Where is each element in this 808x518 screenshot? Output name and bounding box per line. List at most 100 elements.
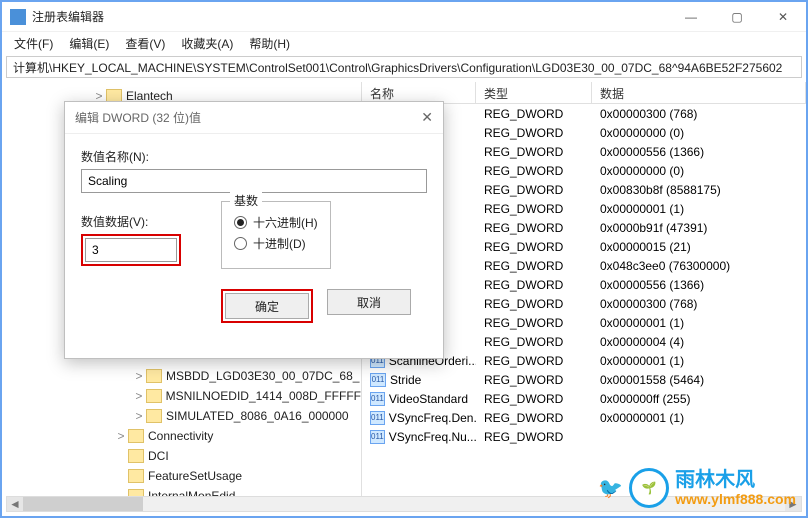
dialog-close-button[interactable]: ✕	[421, 109, 433, 126]
maximize-button[interactable]: ▢	[714, 2, 760, 32]
base-legend: 基数	[230, 192, 262, 209]
value-data: 0x00000000 (0)	[592, 164, 806, 178]
value-type: REG_DWORD	[476, 145, 592, 159]
highlight-box: 确定	[221, 289, 313, 323]
window-controls: — ▢ ✕	[668, 2, 806, 32]
value-data: 0x00000001 (1)	[592, 316, 806, 330]
value-type: REG_DWORD	[476, 126, 592, 140]
tree-item-label: DCI	[148, 449, 169, 463]
tree-item[interactable]: FeatureSetUsage	[2, 466, 361, 486]
value-data: 0x00000001 (1)	[592, 354, 806, 368]
value-data: 0x00000556 (1366)	[592, 278, 806, 292]
menu-help[interactable]: 帮助(H)	[241, 33, 298, 54]
radio-icon	[234, 237, 247, 250]
folder-icon	[146, 389, 162, 403]
col-header-name[interactable]: 名称	[362, 82, 476, 103]
value-data: 0x00000001 (1)	[592, 202, 806, 216]
value-type: REG_DWORD	[476, 259, 592, 273]
radio-icon	[234, 216, 247, 229]
list-row[interactable]: 011 VSyncFreq.Nu...REG_DWORD	[362, 427, 806, 446]
tree-item[interactable]: > SIMULATED_8086_0A16_000000	[2, 406, 361, 426]
menu-edit[interactable]: 编辑(E)	[61, 33, 117, 54]
tree-item[interactable]: > MSBDD_LGD03E30_00_07DC_68_	[2, 366, 361, 386]
value-type: REG_DWORD	[476, 202, 592, 216]
value-data-label: 数值数据(V):	[81, 213, 181, 230]
menu-file[interactable]: 文件(F)	[6, 33, 61, 54]
value-data: 0x00000001 (1)	[592, 411, 806, 425]
base-fieldset: 基数 十六进制(H) 十进制(D)	[221, 201, 331, 269]
value-data: 0x0000b91f (47391)	[592, 221, 806, 235]
close-button[interactable]: ✕	[760, 2, 806, 32]
tree-item-label: SIMULATED_8086_0A16_000000	[166, 409, 349, 423]
minimize-button[interactable]: —	[668, 2, 714, 32]
dialog-title: 编辑 DWORD (32 位)值	[75, 109, 201, 126]
value-type: REG_DWORD	[476, 107, 592, 121]
radio-label: 十六进制(H)	[253, 214, 318, 231]
list-row[interactable]: 011 Stride REG_DWORD0x00001558 (5464)	[362, 370, 806, 389]
dword-icon: 011	[370, 411, 385, 425]
dword-icon: 011	[370, 430, 385, 444]
expand-icon[interactable]: >	[114, 429, 128, 443]
dialog-body: 数值名称(N): 数值数据(V): 基数 十六进制(H) 十进制(D)	[65, 134, 443, 333]
list-row[interactable]: 011VSyncFreq.Den...REG_DWORD0x00000001 (…	[362, 408, 806, 427]
value-type: REG_DWORD	[476, 430, 592, 444]
scroll-right-button[interactable]: ►	[785, 497, 801, 511]
value-type: REG_DWORD	[476, 240, 592, 254]
expand-icon[interactable]: >	[132, 369, 146, 383]
ok-button[interactable]: 确定	[225, 293, 309, 319]
scroll-thumb[interactable]	[23, 497, 143, 511]
list-row[interactable]: 011VideoStandardREG_DWORD0x000000ff (255…	[362, 389, 806, 408]
value-data: 0x00000004 (4)	[592, 335, 806, 349]
value-type: REG_DWORD	[476, 183, 592, 197]
value-name-input[interactable]	[81, 169, 427, 193]
value-type: REG_DWORD	[476, 164, 592, 178]
menubar: 文件(F) 编辑(E) 查看(V) 收藏夹(A) 帮助(H)	[2, 32, 806, 54]
tree-item-label: Connectivity	[148, 429, 213, 443]
folder-icon	[128, 469, 144, 483]
app-icon	[10, 9, 26, 25]
tree-item[interactable]: DCI	[2, 446, 361, 466]
value-data-input[interactable]	[85, 238, 177, 262]
menu-favorites[interactable]: 收藏夹(A)	[173, 33, 241, 54]
col-header-data[interactable]: 数据	[592, 82, 806, 103]
value-type: REG_DWORD	[476, 316, 592, 330]
dword-icon: 011	[370, 373, 386, 387]
dword-icon: 011	[370, 392, 385, 406]
value-type: REG_DWORD	[476, 354, 592, 368]
value-type: REG_DWORD	[476, 392, 592, 406]
col-header-type[interactable]: 类型	[476, 82, 592, 103]
radio-dec[interactable]: 十进制(D)	[234, 235, 318, 252]
value-data: 0x048c3ee0 (76300000)	[592, 259, 806, 273]
scroll-left-button[interactable]: ◄	[7, 497, 23, 511]
expand-icon[interactable]: >	[132, 409, 146, 423]
dialog-titlebar: 编辑 DWORD (32 位)值 ✕	[65, 102, 443, 134]
value-type: REG_DWORD	[476, 221, 592, 235]
address-bar[interactable]: 计算机\HKEY_LOCAL_MACHINE\SYSTEM\ControlSet…	[6, 56, 802, 78]
value-data: 0x00000000 (0)	[592, 126, 806, 140]
folder-icon	[146, 409, 162, 423]
value-name-label: 数值名称(N):	[81, 148, 427, 165]
value-data: 0x00000300 (768)	[592, 297, 806, 311]
tree-item[interactable]: > Connectivity	[2, 426, 361, 446]
radio-hex[interactable]: 十六进制(H)	[234, 214, 318, 231]
value-data: 0x00000556 (1366)	[592, 145, 806, 159]
tree-item[interactable]: > MSNILNOEDID_1414_008D_FFFFF	[2, 386, 361, 406]
value-data: 0x00001558 (5464)	[592, 373, 806, 387]
tree-item-label: FeatureSetUsage	[148, 469, 242, 483]
value-name: VSyncFreq.Nu...	[389, 430, 476, 444]
horizontal-scrollbar[interactable]: ◄ ►	[6, 496, 802, 512]
value-type: REG_DWORD	[476, 373, 592, 387]
highlight-box	[81, 234, 181, 266]
value-data: 0x00000015 (21)	[592, 240, 806, 254]
value-type: REG_DWORD	[476, 335, 592, 349]
folder-icon	[128, 429, 144, 443]
menu-view[interactable]: 查看(V)	[117, 33, 173, 54]
value-data: 0x00000300 (768)	[592, 107, 806, 121]
folder-icon	[146, 369, 162, 383]
window-titlebar: 注册表编辑器 — ▢ ✕	[2, 2, 806, 32]
expand-icon[interactable]: >	[132, 389, 146, 403]
value-name: Stride	[390, 373, 421, 387]
cancel-button[interactable]: 取消	[327, 289, 411, 315]
value-data: 0x00830b8f (8588175)	[592, 183, 806, 197]
value-name: VSyncFreq.Den...	[389, 411, 476, 425]
